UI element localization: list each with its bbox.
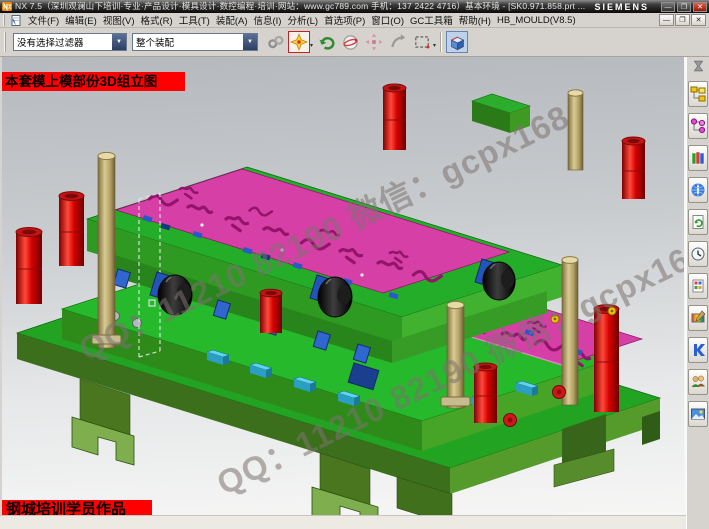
menu-help[interactable]: 帮助(H): [456, 13, 494, 27]
title-bar: NX 7.5（深圳观澜山下培训·专业·产品设计·模具设计·数控编程·培训·网站：…: [0, 0, 709, 13]
resourcebar-pin-button[interactable]: [689, 58, 707, 74]
palette-icon: [690, 278, 706, 294]
constraint-navigator-icon: [690, 118, 706, 134]
snap-point-dropdown[interactable]: ▾: [310, 42, 313, 49]
assembly-title-label: 本套模上模部份3D组立图: [2, 72, 185, 91]
history-clock-icon: [690, 246, 706, 262]
menu-information[interactable]: 信息(I): [251, 13, 285, 27]
part-navigator-button[interactable]: [688, 145, 708, 171]
orbit-view-button[interactable]: [339, 31, 361, 53]
rotate-view-button[interactable]: [387, 31, 409, 53]
marquee-rect-icon: [413, 33, 431, 51]
menu-format[interactable]: 格式(R): [137, 13, 175, 27]
menu-preferences[interactable]: 首选项(P): [321, 13, 368, 27]
assembly-navigator-button[interactable]: [688, 81, 708, 107]
menu-analysis[interactable]: 分析(L): [284, 13, 321, 27]
trainee-credit-label: 钢城培训学员作品: [2, 500, 152, 515]
snap-star-icon: [290, 33, 308, 51]
chevron-down-icon[interactable]: ▼: [243, 34, 257, 50]
assembly-scope-value: 整个装配: [133, 35, 243, 49]
backgrounds-button[interactable]: [688, 401, 708, 427]
menu-bar: 文件(F) 编辑(E) 视图(V) 格式(R) 工具(T) 装配(A) 信息(I…: [0, 13, 709, 28]
pin-icon: [692, 60, 705, 72]
selection-toolbar: 没有选择过滤器 ▼ 整个装配 ▼ ▾: [0, 28, 709, 57]
undo-button[interactable]: [315, 31, 337, 53]
part-file-icon: [11, 15, 22, 26]
palettes-button[interactable]: [688, 273, 708, 299]
shaded-view-button[interactable]: [446, 31, 468, 53]
minimize-button[interactable]: —: [661, 2, 675, 12]
reuse-library-icon: [690, 214, 706, 230]
roles-people-icon: [690, 374, 706, 390]
interpart-links-button[interactable]: [264, 31, 286, 53]
assembly-scope-combo[interactable]: 整个装配 ▼: [132, 33, 258, 51]
materials-button[interactable]: [688, 305, 708, 331]
selection-filter-value: 没有选择过滤器: [14, 35, 112, 49]
doc-restore-button[interactable]: ❐: [675, 14, 690, 26]
resource-bar: [686, 57, 709, 529]
internet-explorer-button[interactable]: [688, 177, 708, 203]
swoosh-arrow-icon: [389, 33, 407, 51]
history-button[interactable]: [688, 241, 708, 267]
rectangle-select-button[interactable]: [411, 31, 433, 53]
visual-reports-icon: [690, 342, 706, 358]
mold-assembly-3d-model[interactable]: [2, 57, 686, 515]
visual-reports-button[interactable]: [688, 337, 708, 363]
move-object-button[interactable]: [363, 31, 385, 53]
graphics-viewport[interactable]: QQ：11210 82190 微信：gcpx168 QQ：11210 82190…: [0, 57, 686, 515]
roles-button[interactable]: [688, 369, 708, 395]
gears-icon: [266, 33, 284, 51]
doc-minimize-button[interactable]: —: [659, 14, 674, 26]
siemens-logo: SIEMENS: [594, 2, 649, 12]
constraint-navigator-button[interactable]: [688, 113, 708, 139]
undo-icon: [317, 33, 335, 51]
menu-assemblies[interactable]: 装配(A): [213, 13, 251, 27]
assembly-navigator-icon: [690, 86, 706, 102]
menu-file[interactable]: 文件(F): [25, 13, 62, 27]
menu-tools[interactable]: 工具(T): [176, 13, 213, 27]
rectangle-select-dropdown[interactable]: ▾: [433, 42, 436, 49]
internet-icon: [690, 182, 706, 198]
snap-point-button[interactable]: [288, 31, 310, 53]
chevron-down-icon[interactable]: ▼: [112, 34, 126, 50]
backgrounds-image-icon: [690, 406, 706, 422]
reuse-library-button[interactable]: [688, 209, 708, 235]
window-bottom-edge: [0, 515, 686, 529]
close-button[interactable]: ✕: [693, 2, 707, 12]
menu-hb-mould[interactable]: HB_MOULD(V8.5): [494, 15, 579, 26]
orbit-sphere-icon: [341, 33, 360, 52]
menu-gc-toolbox[interactable]: GC工具箱: [407, 13, 456, 27]
doc-close-button[interactable]: ✕: [691, 14, 706, 26]
menu-edit[interactable]: 编辑(E): [62, 13, 100, 27]
toolbar-grip[interactable]: [4, 32, 9, 52]
pillar-housing-block[interactable]: [472, 94, 530, 133]
nx-app-icon: [2, 2, 12, 11]
menu-view[interactable]: 视图(V): [100, 13, 138, 27]
shaded-cube-icon: [448, 33, 467, 52]
menu-window[interactable]: 窗口(O): [368, 13, 407, 27]
toolbar-separator: [440, 32, 442, 52]
document-window-controls: — ❐ ✕: [658, 14, 706, 26]
move-cross-icon: [365, 33, 383, 51]
part-navigator-icon: [690, 150, 706, 166]
materials-rainbow-icon: [690, 310, 706, 326]
selection-filter-combo[interactable]: 没有选择过滤器 ▼: [13, 33, 127, 51]
menu-grip[interactable]: [3, 15, 8, 26]
window-title: NX 7.5（深圳观澜山下培训·专业·产品设计·模具设计·数控编程·培训·网站：…: [15, 0, 588, 13]
maximize-button[interactable]: ❐: [677, 2, 691, 12]
